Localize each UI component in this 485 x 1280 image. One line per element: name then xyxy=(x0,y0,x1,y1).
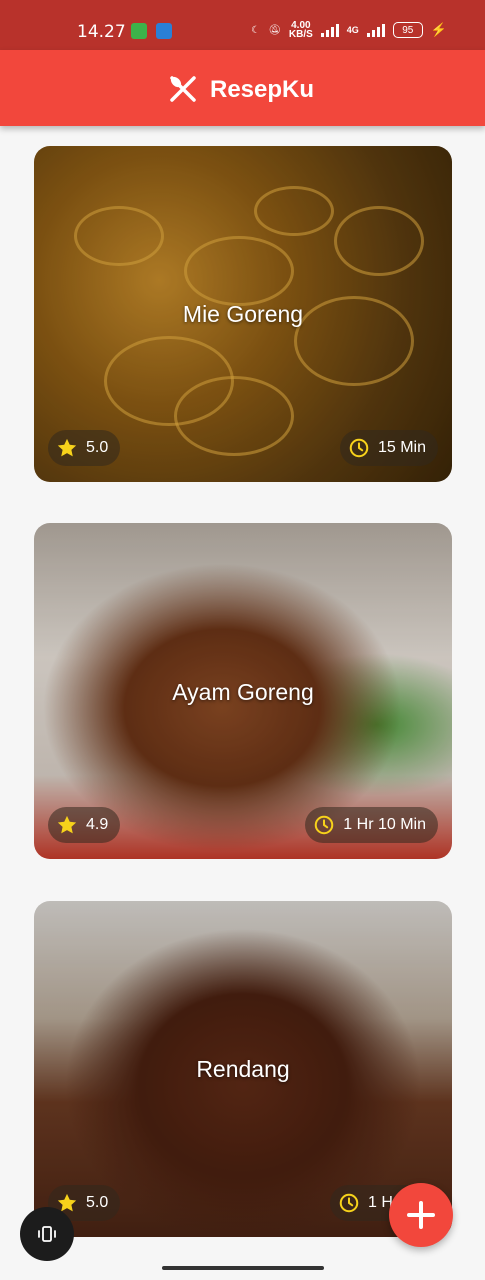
charging-icon: ⚡ xyxy=(430,22,447,37)
duration-value: 1 Hr 10 Min xyxy=(343,816,426,833)
cell-signal-icon xyxy=(366,23,385,37)
star-icon xyxy=(57,815,77,834)
rating-badge: 4.9 xyxy=(48,807,121,843)
recipe-name: Mie Goreng xyxy=(182,301,304,327)
do-not-disturb-icon: ☾ xyxy=(251,24,261,36)
recipe-card[interactable]: Ayam Goreng 4.9 1 Hr 10 Min xyxy=(34,523,452,859)
status-indicators: ☾ 🔕︎ 4.00 KB/S 4G 95 ⚡ xyxy=(251,20,447,40)
rating-value: 5.0 xyxy=(86,1194,109,1211)
clock-icon xyxy=(315,815,334,835)
network-speed: 4.00 KB/S xyxy=(288,20,313,40)
plus-icon xyxy=(407,1201,435,1229)
home-indicator[interactable] xyxy=(162,1266,324,1270)
status-bar: 14.27 ☾ 🔕︎ 4.00 KB/S 4G 95 ⚡ xyxy=(0,0,485,50)
floating-assist-button[interactable] xyxy=(20,1207,74,1261)
notification-app-icon xyxy=(156,23,172,39)
recipe-card[interactable]: Rendang 5.0 1 Hr 5 xyxy=(34,901,452,1237)
star-icon xyxy=(57,438,77,457)
battery-icon: 95 xyxy=(392,22,423,38)
rating-value: 4.9 xyxy=(86,816,109,833)
app-bar: ResepKu xyxy=(0,50,485,126)
duration-badge: 15 Min xyxy=(339,430,438,466)
rating-value: 5.0 xyxy=(86,439,109,456)
rating-badge: 5.0 xyxy=(48,430,121,466)
duration-value: 15 Min xyxy=(377,439,426,456)
app-title: ResepKu xyxy=(210,76,315,103)
status-time: 14.27 xyxy=(77,22,126,42)
network-type: 4G xyxy=(346,25,359,35)
utensils-icon xyxy=(170,76,196,102)
recipe-name: Ayam Goreng xyxy=(172,679,314,705)
add-recipe-button[interactable] xyxy=(389,1183,453,1247)
clock-icon xyxy=(349,438,369,458)
wifi-signal-icon xyxy=(320,23,339,37)
recipe-name: Rendang xyxy=(196,1056,290,1082)
mute-icon: 🔕︎ xyxy=(268,24,281,36)
duration-badge: 1 Hr 10 Min xyxy=(305,807,438,843)
recipe-card[interactable]: Mie Goreng 5.0 15 Min xyxy=(34,146,452,482)
clock-icon xyxy=(339,1193,359,1213)
notification-app-icon xyxy=(131,23,147,39)
screen-toggle-icon xyxy=(38,1226,56,1242)
